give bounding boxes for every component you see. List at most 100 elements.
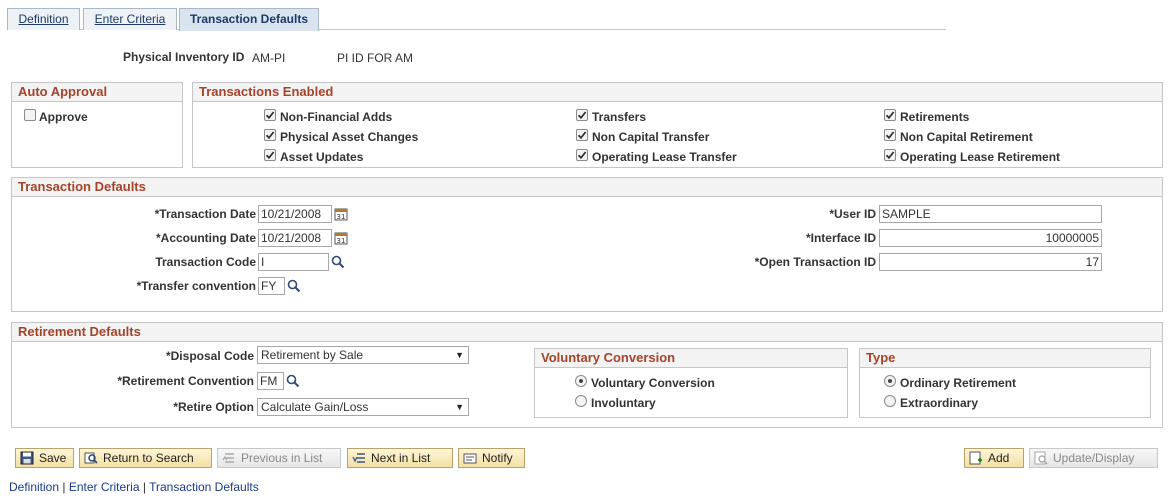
approve-checkbox[interactable]: [24, 109, 36, 121]
auto-approval-group: Auto Approval: [11, 82, 183, 168]
disposal-code-select[interactable]: Retirement by Sale ▼: [257, 346, 469, 364]
next-in-list-label: Next in List: [371, 451, 431, 465]
asset-updates-label: Asset Updates: [280, 150, 364, 164]
footer-link-enter-criteria[interactable]: Enter Criteria: [69, 480, 140, 494]
open-transaction-id-input[interactable]: 17: [879, 253, 1102, 271]
retirement-convention-label: *Retirement Convention: [117, 374, 254, 388]
voluntary-conversion-option-label: Voluntary Conversion: [591, 376, 715, 390]
footer-link-definition[interactable]: Definition: [9, 480, 59, 494]
dropdown-arrow-icon: ▼: [455, 402, 464, 412]
retire-option-value: Calculate Gain/Loss: [261, 400, 369, 414]
retire-option-select[interactable]: Calculate Gain/Loss ▼: [257, 398, 469, 416]
notify-icon: [463, 453, 477, 464]
retirement-defaults-title: Retirement Defaults: [12, 323, 1162, 342]
search-icon[interactable]: [331, 255, 345, 269]
update-display-icon: [1034, 451, 1048, 465]
retirements-checkbox[interactable]: [884, 109, 896, 121]
check-icon: [265, 131, 275, 140]
non-capital-transfer-label: Non Capital Transfer: [592, 130, 710, 144]
svg-text:31: 31: [337, 237, 346, 245]
operating-lease-transfer-label: Operating Lease Transfer: [592, 150, 737, 164]
calendar-icon[interactable]: 31: [334, 207, 348, 221]
next-list-icon: [352, 453, 365, 463]
retirement-convention-input[interactable]: FM: [257, 372, 284, 390]
retirements-label: Retirements: [900, 110, 970, 124]
interface-id-input[interactable]: 10000005: [879, 229, 1102, 247]
search-icon[interactable]: [287, 279, 301, 293]
transfers-label: Transfers: [592, 110, 647, 124]
previous-list-icon: [222, 453, 234, 463]
footer-link-transaction-defaults[interactable]: Transaction Defaults: [149, 480, 259, 494]
check-icon: [885, 131, 895, 140]
update-display-button[interactable]: Update/Display: [1029, 448, 1158, 468]
tab-transaction-defaults[interactable]: Transaction Defaults: [179, 8, 319, 31]
non-capital-retirement-checkbox[interactable]: [884, 129, 896, 141]
save-icon: [20, 451, 34, 465]
return-search-icon: [84, 452, 98, 464]
transaction-code-label: Transaction Code: [155, 255, 256, 269]
dropdown-arrow-icon: ▼: [455, 350, 464, 360]
check-icon: [577, 131, 587, 140]
involuntary-radio[interactable]: [575, 395, 587, 407]
physical-inventory-id-value: AM-PI: [252, 51, 286, 65]
search-icon[interactable]: [286, 374, 300, 388]
accounting-date-label: *Accounting Date: [155, 231, 256, 245]
auto-approval-title: Auto Approval: [12, 83, 182, 102]
user-id-label: *User ID: [829, 207, 876, 221]
operating-lease-retirement-checkbox[interactable]: [884, 149, 896, 161]
non-capital-transfer-checkbox[interactable]: [576, 129, 588, 141]
accounting-date-input[interactable]: 10/21/2008: [258, 229, 332, 247]
return-to-search-label: Return to Search: [103, 451, 194, 465]
save-button[interactable]: Save: [15, 448, 74, 468]
previous-in-list-button[interactable]: Previous in List: [217, 448, 341, 468]
open-transaction-id-label: *Open Transaction ID: [754, 255, 876, 269]
update-display-label: Update/Display: [1053, 451, 1135, 465]
approve-label: Approve: [39, 110, 88, 124]
extraordinary-label: Extraordinary: [900, 396, 979, 410]
tab-definition[interactable]: Definition: [7, 8, 80, 30]
check-icon: [577, 151, 587, 160]
footer-separator: |: [59, 480, 69, 494]
check-icon: [265, 151, 275, 160]
transaction-code-input[interactable]: I: [258, 253, 329, 271]
check-icon: [577, 111, 587, 120]
operating-lease-transfer-checkbox[interactable]: [576, 149, 588, 161]
add-icon: [969, 451, 982, 465]
extraordinary-radio[interactable]: [884, 395, 896, 407]
transactions-enabled-title: Transactions Enabled: [193, 83, 1162, 102]
voluntary-conversion-title: Voluntary Conversion: [535, 349, 847, 368]
ordinary-retirement-radio[interactable]: [884, 375, 896, 387]
transfers-checkbox[interactable]: [576, 109, 588, 121]
asset-updates-checkbox[interactable]: [264, 149, 276, 161]
user-id-input[interactable]: SAMPLE: [879, 205, 1102, 223]
check-icon: [265, 111, 275, 120]
type-title: Type: [860, 349, 1150, 368]
next-in-list-button[interactable]: Next in List: [347, 448, 453, 468]
footer-separator: |: [139, 480, 150, 494]
calendar-icon[interactable]: 31: [334, 231, 348, 245]
ordinary-retirement-label: Ordinary Retirement: [900, 376, 1017, 390]
non-financial-adds-checkbox[interactable]: [264, 109, 276, 121]
previous-in-list-label: Previous in List: [241, 451, 323, 465]
transaction-date-input[interactable]: 10/21/2008: [258, 205, 332, 223]
tab-enter-criteria[interactable]: Enter Criteria: [83, 8, 177, 30]
disposal-code-value: Retirement by Sale: [261, 348, 364, 362]
transaction-date-label: *Transaction Date: [154, 207, 256, 221]
notify-label: Notify: [482, 451, 513, 465]
interface-id-label: *Interface ID: [805, 231, 876, 245]
physical-asset-changes-checkbox[interactable]: [264, 129, 276, 141]
non-capital-retirement-label: Non Capital Retirement: [900, 130, 1033, 144]
voluntary-conversion-radio[interactable]: [575, 375, 587, 387]
return-to-search-button[interactable]: Return to Search: [79, 448, 212, 468]
add-label: Add: [988, 451, 1010, 465]
add-button[interactable]: Add: [964, 448, 1024, 468]
check-icon: [885, 111, 895, 120]
transfer-convention-input[interactable]: FY: [258, 277, 285, 295]
svg-text:31: 31: [337, 213, 346, 221]
notify-button[interactable]: Notify: [458, 448, 525, 468]
transfer-convention-label: *Transfer convention: [136, 279, 256, 293]
disposal-code-label: *Disposal Code: [165, 349, 254, 363]
physical-inventory-id-label: Physical Inventory ID: [123, 50, 245, 64]
save-label: Save: [39, 451, 67, 465]
non-financial-adds-label: Non-Financial Adds: [280, 110, 393, 124]
